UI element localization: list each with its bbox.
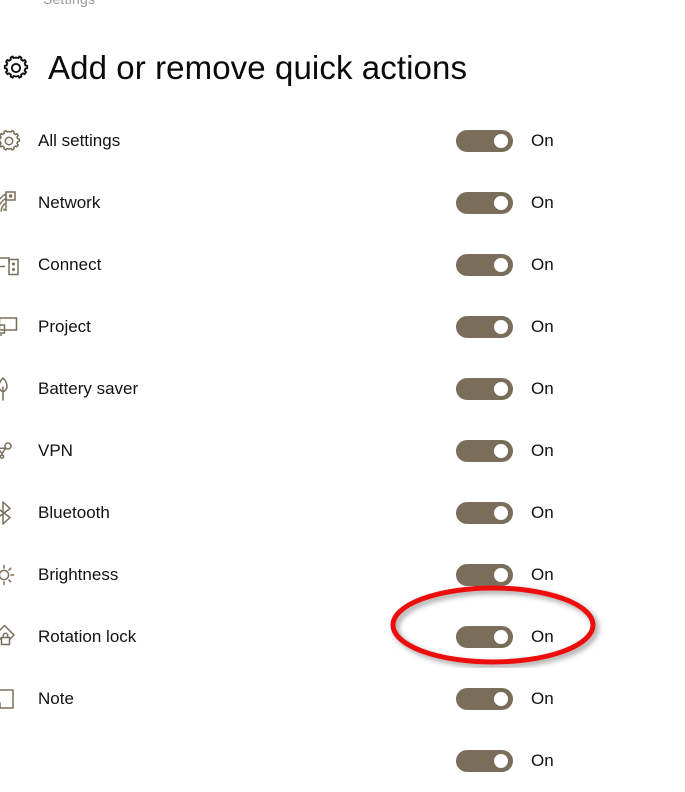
quick-action-row-project[interactable]: Project On [0,296,685,358]
quick-action-toggle-wrap: On [456,564,554,586]
quick-action-label: Network [38,193,101,212]
toggle-knob [494,568,508,582]
quick-action-row-clipped[interactable]: On [0,730,685,792]
toggle-switch[interactable] [456,316,513,338]
gear-icon [0,126,26,156]
toggle-knob [494,506,508,520]
toggle-state-label: On [531,441,554,460]
toggle-switch[interactable] [456,440,513,462]
bluetooth-icon [0,498,26,528]
toggle-state-label: On [531,379,554,398]
toggle-knob [494,258,508,272]
quick-action-label: VPN [38,441,73,460]
wifi-network-icon [0,188,26,218]
toggle-state-label: On [531,193,554,212]
toggle-knob [494,134,508,148]
quick-action-label: Brightness [38,565,119,584]
breadcrumb[interactable]: Settings [43,0,95,7]
connect-icon [0,250,26,280]
quick-action-toggle-wrap: On [456,688,554,710]
quick-action-label: Rotation lock [38,627,137,646]
quick-action-toggle-wrap: On [456,130,554,152]
toggle-knob [494,320,508,334]
toggle-state-label: On [531,565,554,584]
quick-action-row-all-settings[interactable]: All settings On [0,110,685,172]
quick-action-row-note[interactable]: Note On [0,668,685,730]
toggle-state-label: On [531,689,554,708]
toggle-switch[interactable] [456,502,513,524]
toggle-knob [494,196,508,210]
toggle-switch[interactable] [456,254,513,276]
toggle-state-label: On [531,503,554,522]
toggle-knob [494,444,508,458]
toggle-switch[interactable] [456,378,513,400]
toggle-state-label: On [531,627,554,646]
page-title: Add or remove quick actions [48,49,468,86]
note-icon [0,684,26,714]
quick-action-row-rotation-lock[interactable]: Rotation lock On [0,606,685,668]
quick-action-toggle-wrap: On [456,378,554,400]
quick-actions-list: All settings On Network On Connect On Pr… [0,110,685,792]
quick-action-row-connect[interactable]: Connect On [0,234,685,296]
toggle-knob [494,382,508,396]
quick-action-toggle-wrap: On [456,750,554,772]
quick-action-row-brightness[interactable]: Brightness On [0,544,685,606]
toggle-knob [494,754,508,768]
quick-action-row-bluetooth[interactable]: Bluetooth On [0,482,685,544]
quick-action-toggle-wrap: On [456,192,554,214]
toggle-switch[interactable] [456,626,513,648]
leaf-icon [0,374,26,404]
quick-action-row-network[interactable]: Network On [0,172,685,234]
quick-action-row-vpn[interactable]: VPN On [0,420,685,482]
toggle-switch[interactable] [456,192,513,214]
toggle-state-label: On [531,255,554,274]
toggle-switch[interactable] [456,688,513,710]
rotation-lock-icon [0,622,26,652]
vpn-icon [0,436,26,466]
brightness-icon [0,560,26,590]
quick-action-label: Project [38,317,91,336]
project-icon [0,312,26,342]
gear-icon [0,50,34,86]
toggle-switch[interactable] [456,564,513,586]
toggle-knob [494,630,508,644]
quick-action-toggle-wrap: On [456,626,554,648]
quick-action-toggle-wrap: On [456,254,554,276]
quick-action-toggle-wrap: On [456,316,554,338]
quick-action-label: All settings [38,131,121,150]
quick-action-toggle-wrap: On [456,440,554,462]
toggle-state-label: On [531,317,554,336]
toggle-switch[interactable] [456,750,513,772]
quick-action-label: Note [38,689,74,708]
quick-action-row-battery-saver[interactable]: Battery saver On [0,358,685,420]
toggle-state-label: On [531,751,554,770]
quick-action-label: Battery saver [38,379,139,398]
quick-action-toggle-wrap: On [456,502,554,524]
quick-action-label: Connect [38,255,102,274]
toggle-state-label: On [531,131,554,150]
page-header: Add or remove quick actions [0,42,685,94]
toggle-knob [494,692,508,706]
toggle-switch[interactable] [456,130,513,152]
quick-action-label: Bluetooth [38,503,110,522]
